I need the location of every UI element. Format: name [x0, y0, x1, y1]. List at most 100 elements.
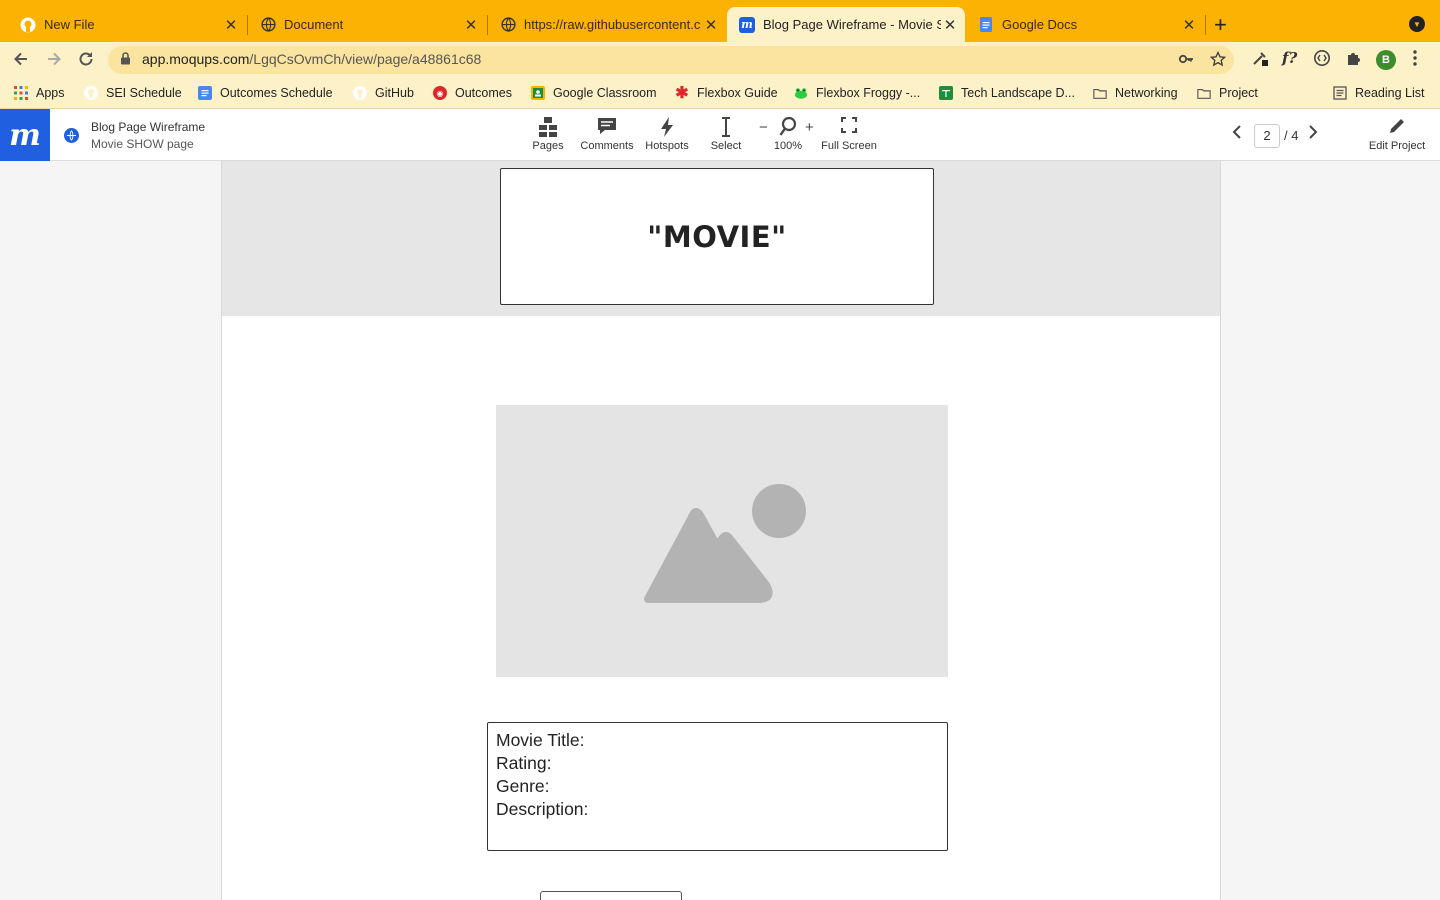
bookmark-flexbox-guide[interactable]: ✱ Flexbox Guide	[675, 85, 778, 102]
next-page-arrow-icon[interactable]	[1307, 124, 1319, 145]
zoom-level: 100%	[773, 140, 803, 152]
zoom-control[interactable]: 100%	[770, 116, 806, 152]
globe-icon	[64, 128, 79, 143]
page-number-input[interactable]: 2	[1254, 124, 1280, 148]
image-placeholder	[496, 405, 948, 677]
globe-icon	[500, 17, 516, 33]
code-extension-icon[interactable]	[1313, 49, 1331, 71]
bookmark-label: Tech Landscape D...	[961, 86, 1075, 100]
tab-label: New File	[44, 17, 95, 32]
lock-icon	[120, 52, 131, 68]
close-icon[interactable]: ✕	[702, 16, 720, 34]
bookmark-apps[interactable]: Apps	[14, 86, 65, 100]
google-docs-icon	[198, 86, 212, 100]
function-extension-icon[interactable]: f?	[1282, 49, 1297, 67]
wireframe-button-partial	[540, 891, 682, 900]
bookmark-label: Flexbox Guide	[697, 86, 778, 100]
url-host: app.moqups.com	[142, 51, 250, 67]
moqups-icon: m	[739, 16, 755, 33]
frog-icon	[794, 86, 808, 100]
tab-raw-github[interactable]: https://raw.githubusercontent.c ✕	[488, 7, 726, 42]
tab-label: Google Docs	[1002, 17, 1078, 32]
puzzle-extensions-icon[interactable]	[1345, 49, 1363, 71]
tab-new-file[interactable]: New File ✕	[8, 7, 246, 42]
back-arrow-icon[interactable]	[12, 50, 30, 73]
rating-label: Rating:	[496, 753, 552, 773]
hotspots-button[interactable]: Hotspots	[642, 116, 692, 152]
select-label: Select	[710, 140, 742, 152]
movie-title-box: "MOVIE"	[500, 168, 934, 305]
bookmark-outcomes-schedule[interactable]: Outcomes Schedule	[198, 86, 333, 100]
bookmark-google-classroom[interactable]: Google Classroom	[531, 86, 657, 100]
bookmark-flexbox-froggy[interactable]: Flexbox Froggy -...	[794, 86, 920, 100]
comments-button[interactable]: Comments	[578, 116, 636, 152]
project-name[interactable]: Blog Page Wireframe	[91, 120, 205, 134]
text-cursor-icon	[706, 116, 746, 140]
eyedropper-extension-icon[interactable]	[1251, 49, 1269, 71]
pages-button[interactable]: Pages	[528, 116, 568, 152]
google-sheets-icon	[939, 86, 953, 100]
more-vertical-icon[interactable]	[1412, 49, 1418, 71]
reading-list-button[interactable]: Reading List	[1333, 86, 1425, 100]
comments-label: Comments	[580, 140, 634, 152]
github-icon	[84, 86, 98, 100]
magnifier-icon	[770, 116, 806, 140]
url-path: /LgqCsOvmCh/view/page/a48861c68	[249, 51, 482, 67]
bookmark-star-icon[interactable]	[1209, 50, 1227, 70]
tab-label: Document	[284, 17, 344, 32]
tab-search-icon[interactable]: ▼	[1409, 16, 1425, 32]
fullscreen-label: Full Screen	[821, 140, 877, 152]
close-icon[interactable]: ✕	[222, 16, 240, 34]
edit-project-button[interactable]: Edit Project	[1366, 116, 1428, 152]
tab-separator	[1205, 15, 1206, 35]
bookmark-networking[interactable]: Networking	[1093, 86, 1178, 100]
fullscreen-icon	[818, 116, 880, 140]
tab-document[interactable]: Document ✕	[248, 7, 486, 42]
key-icon[interactable]	[1178, 51, 1194, 70]
image-placeholder-icon	[644, 484, 806, 603]
globe-icon	[260, 17, 276, 33]
pencil-icon	[1366, 116, 1428, 140]
movie-details-box: Movie Title: Rating: Genre: Description:	[487, 722, 948, 851]
bookmark-sei-schedule[interactable]: SEI Schedule	[84, 86, 182, 100]
tab-google-docs[interactable]: Google Docs ✕	[966, 7, 1204, 42]
tab-label: https://raw.githubusercontent.c	[524, 17, 701, 32]
tab-label: Blog Page Wireframe - Movie S	[763, 17, 941, 32]
close-icon[interactable]: ✕	[1180, 16, 1198, 34]
wireframe-page: "MOVIE" Movie Title: Rating: Genre: Desc…	[221, 161, 1221, 900]
bookmark-outcomes[interactable]: ◉ Outcomes	[433, 86, 512, 100]
zoom-out-button[interactable]: −	[759, 119, 768, 136]
reading-list-label: Reading List	[1355, 86, 1425, 100]
tab-blog-wireframe[interactable]: m Blog Page Wireframe - Movie S ✕	[727, 7, 965, 42]
lightning-icon	[642, 116, 692, 140]
close-icon[interactable]: ✕	[941, 16, 959, 34]
url-text[interactable]: app.moqups.com/LgqCsOvmCh/view/page/a488…	[142, 51, 481, 67]
comments-icon	[578, 116, 636, 140]
pages-icon	[528, 116, 568, 140]
fullscreen-button[interactable]: Full Screen	[818, 116, 880, 152]
apps-grid-icon	[14, 86, 28, 100]
zoom-in-button[interactable]: +	[805, 119, 814, 136]
github-icon	[20, 17, 36, 33]
moqups-logo[interactable]: m	[0, 109, 50, 161]
bookmark-label: Outcomes	[455, 86, 512, 100]
bookmark-label: Networking	[1115, 86, 1178, 100]
bookmark-project[interactable]: Project	[1197, 86, 1258, 100]
movie-title-text: "MOVIE"	[647, 219, 787, 254]
bookmark-label: Outcomes Schedule	[220, 86, 333, 100]
bookmark-tech-landscape[interactable]: Tech Landscape D...	[939, 86, 1075, 100]
page-name[interactable]: Movie SHOW page	[91, 137, 194, 151]
profile-avatar[interactable]: B	[1376, 50, 1396, 70]
close-icon[interactable]: ✕	[462, 16, 480, 34]
reload-icon[interactable]	[77, 50, 95, 73]
previous-page-arrow-icon[interactable]	[1231, 124, 1243, 145]
pages-label: Pages	[532, 140, 564, 152]
new-tab-button[interactable]: +	[1214, 12, 1227, 38]
bookmark-github[interactable]: GitHub	[353, 86, 414, 100]
github-icon	[353, 86, 367, 100]
forward-arrow-icon[interactable]	[45, 50, 63, 73]
select-button[interactable]: Select	[706, 116, 746, 152]
reading-list-icon	[1333, 86, 1347, 100]
genre-label: Genre:	[496, 776, 550, 796]
bookmark-label: Apps	[36, 86, 65, 100]
